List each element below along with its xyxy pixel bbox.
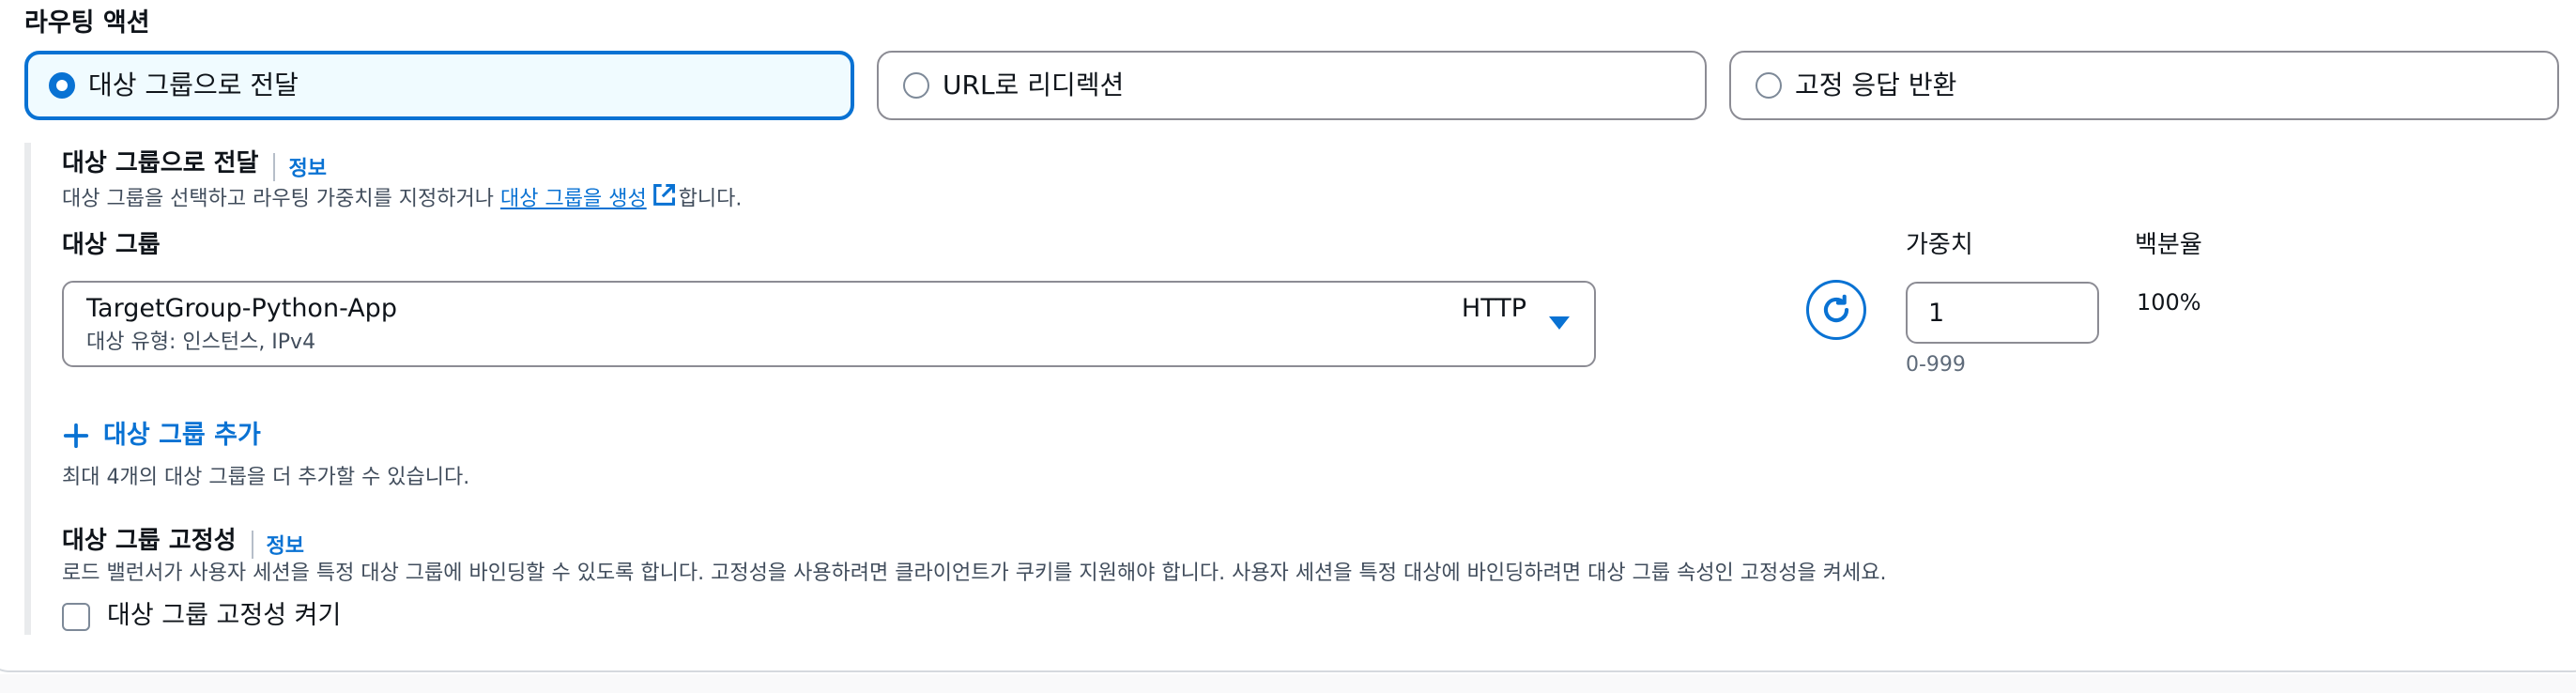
forward-desc-prefix: 대상 그룹을 선택하고 라우팅 가중치를 지정하거나 <box>62 187 501 211</box>
refresh-icon <box>1823 294 1849 323</box>
add-target-group-hint: 최대 4개의 대상 그룹을 더 추가할 수 있습니다. <box>62 466 470 489</box>
target-group-select[interactable]: TargetGroup-Python-App 대상 유형: 인스턴스, IPv4… <box>62 281 1596 367</box>
external-link-icon[interactable] <box>651 182 677 217</box>
forward-header: 대상 그룹으로 전달 정보 <box>62 146 327 182</box>
radio-button[interactable] <box>903 72 929 99</box>
selected-target-group-name: TargetGroup-Python-App <box>86 294 397 323</box>
forward-info-link[interactable]: 정보 <box>288 158 326 181</box>
stickiness-checkbox-label[interactable]: 대상 그룹 고정성 켜기 <box>107 599 341 633</box>
radio-button-selected[interactable] <box>49 72 75 99</box>
forward-title: 대상 그룹으로 전달 <box>62 149 259 177</box>
radio-fixed-response[interactable]: 고정 응답 반환 <box>1729 51 2559 120</box>
stickiness-header: 대상 그룹 고정성 정보 <box>62 524 304 560</box>
radio-button[interactable] <box>1756 72 1782 99</box>
stickiness-title: 대상 그룹 고정성 <box>62 527 237 555</box>
routing-action-title: 라우팅 액션 <box>24 8 150 38</box>
footer-strip <box>0 674 2576 693</box>
info-divider <box>273 152 276 181</box>
forward-desc-suffix: 합니다. <box>678 187 743 211</box>
create-target-group-link[interactable]: 대상 그룹을 생성 <box>500 188 647 211</box>
radio-redirect-to-url[interactable]: URL로 리디렉션 <box>877 51 1707 120</box>
weight-label: 가중치 <box>1906 231 1973 259</box>
radio-label: 고정 응답 반환 <box>1795 69 1957 100</box>
stickiness-info-link[interactable]: 정보 <box>267 535 304 559</box>
weight-hint: 0-999 <box>1906 353 1966 377</box>
weight-input[interactable] <box>1906 282 2099 344</box>
percent-label: 백분율 <box>2135 231 2202 259</box>
radio-forward-to-target-group[interactable]: 대상 그룹으로 전달 <box>24 51 854 120</box>
selected-target-group-type: 대상 유형: 인스턴스, IPv4 <box>86 331 316 354</box>
forward-description: 대상 그룹을 선택하고 라우팅 가중치를 지정하거나 대상 그룹을 생성 합니다… <box>62 182 742 217</box>
refresh-button[interactable] <box>1806 280 1866 340</box>
caret-down-icon[interactable] <box>1549 316 1570 330</box>
info-divider <box>251 530 253 559</box>
plus-icon <box>63 423 89 449</box>
selected-target-group-protocol: HTTP <box>1461 294 1526 323</box>
radio-label: URL로 리디렉션 <box>943 69 1125 100</box>
add-target-group-label: 대상 그룹 추가 <box>103 421 261 450</box>
percent-value: 100% <box>2137 289 2201 316</box>
add-target-group-button[interactable]: 대상 그룹 추가 <box>62 419 261 453</box>
stickiness-description: 로드 밸런서가 사용자 세션을 특정 대상 그룹에 바인딩할 수 있도록 합니다… <box>62 562 1887 585</box>
panel-border <box>0 582 2576 672</box>
nested-section-rule <box>24 143 31 635</box>
radio-label: 대상 그룹으로 전달 <box>88 69 299 100</box>
stickiness-checkbox[interactable] <box>62 603 90 631</box>
target-group-label: 대상 그룹 <box>62 231 161 259</box>
